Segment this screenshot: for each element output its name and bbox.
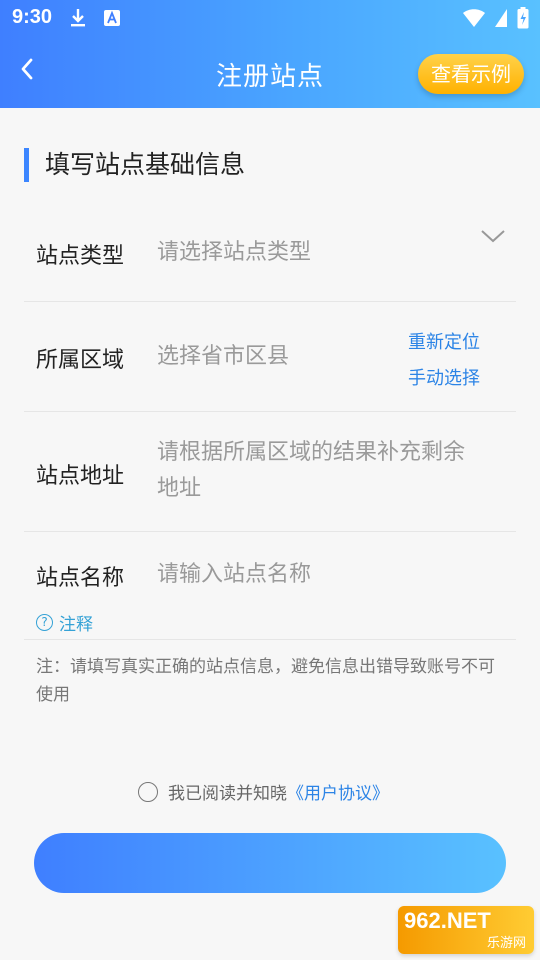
user-agreement-link[interactable]: 《用户协议》: [287, 779, 389, 804]
relocate-link[interactable]: 重新定位: [408, 328, 480, 354]
watermark-site: 乐游网: [486, 936, 526, 951]
view-example-button[interactable]: 查看示例: [418, 54, 524, 94]
address-row: 站点地址 请根据所属区域的结果补充剩余 地址: [24, 412, 516, 532]
name-row: 站点名称 请输入站点名称 ? 注释: [24, 532, 516, 640]
submit-button[interactable]: [34, 833, 506, 893]
nav-bar: 注册站点 查看示例: [0, 36, 540, 108]
section-title: 填写站点基础信息: [24, 148, 245, 182]
watermark-brand: 962.NET: [404, 908, 491, 933]
station-type-row[interactable]: 站点类型 请选择站点类型: [24, 208, 516, 302]
region-row: 所属区域 选择省市区县 重新定位 手动选择: [24, 302, 516, 412]
station-type-select[interactable]: 请选择站点类型: [157, 234, 311, 272]
question-icon: ?: [36, 614, 53, 631]
header: 9:30 注册站点 查看示例: [0, 0, 540, 108]
station-name-input[interactable]: 请输入站点名称: [157, 556, 311, 594]
chevron-down-icon[interactable]: [480, 228, 506, 244]
agreement-text: 我已阅读并知晓: [168, 784, 287, 804]
address-input-line2[interactable]: 地址: [157, 470, 201, 508]
battery-icon: [516, 7, 530, 29]
agreement: 我已阅读并知晓 《用户协议》: [138, 779, 389, 804]
region-label: 所属区域: [36, 348, 125, 373]
address-input-line1[interactable]: 请根据所属区域的结果补充剩余: [157, 434, 465, 472]
station-type-label: 站点类型: [36, 244, 125, 269]
note-label: 注释: [59, 615, 93, 635]
tip-text: 注：请填写真实正确的站点信息，避免信息出错导致账号不可使用: [36, 657, 495, 705]
region-select[interactable]: 选择省市区县: [157, 338, 289, 376]
download-icon: [68, 8, 88, 28]
agree-radio[interactable]: [138, 781, 158, 802]
station-name-label: 站点名称: [36, 566, 125, 591]
manual-select-link[interactable]: 手动选择: [408, 364, 480, 390]
a-icon: [102, 8, 122, 28]
status-bar: 9:30: [0, 0, 540, 36]
address-label: 站点地址: [36, 464, 125, 489]
status-time: 9:30: [12, 6, 53, 28]
wifi-icon: [462, 8, 486, 28]
watermark-logo: 962.NET 乐游网: [398, 906, 534, 954]
note-link[interactable]: ? 注释: [36, 610, 93, 635]
signal-icon: [494, 8, 508, 28]
